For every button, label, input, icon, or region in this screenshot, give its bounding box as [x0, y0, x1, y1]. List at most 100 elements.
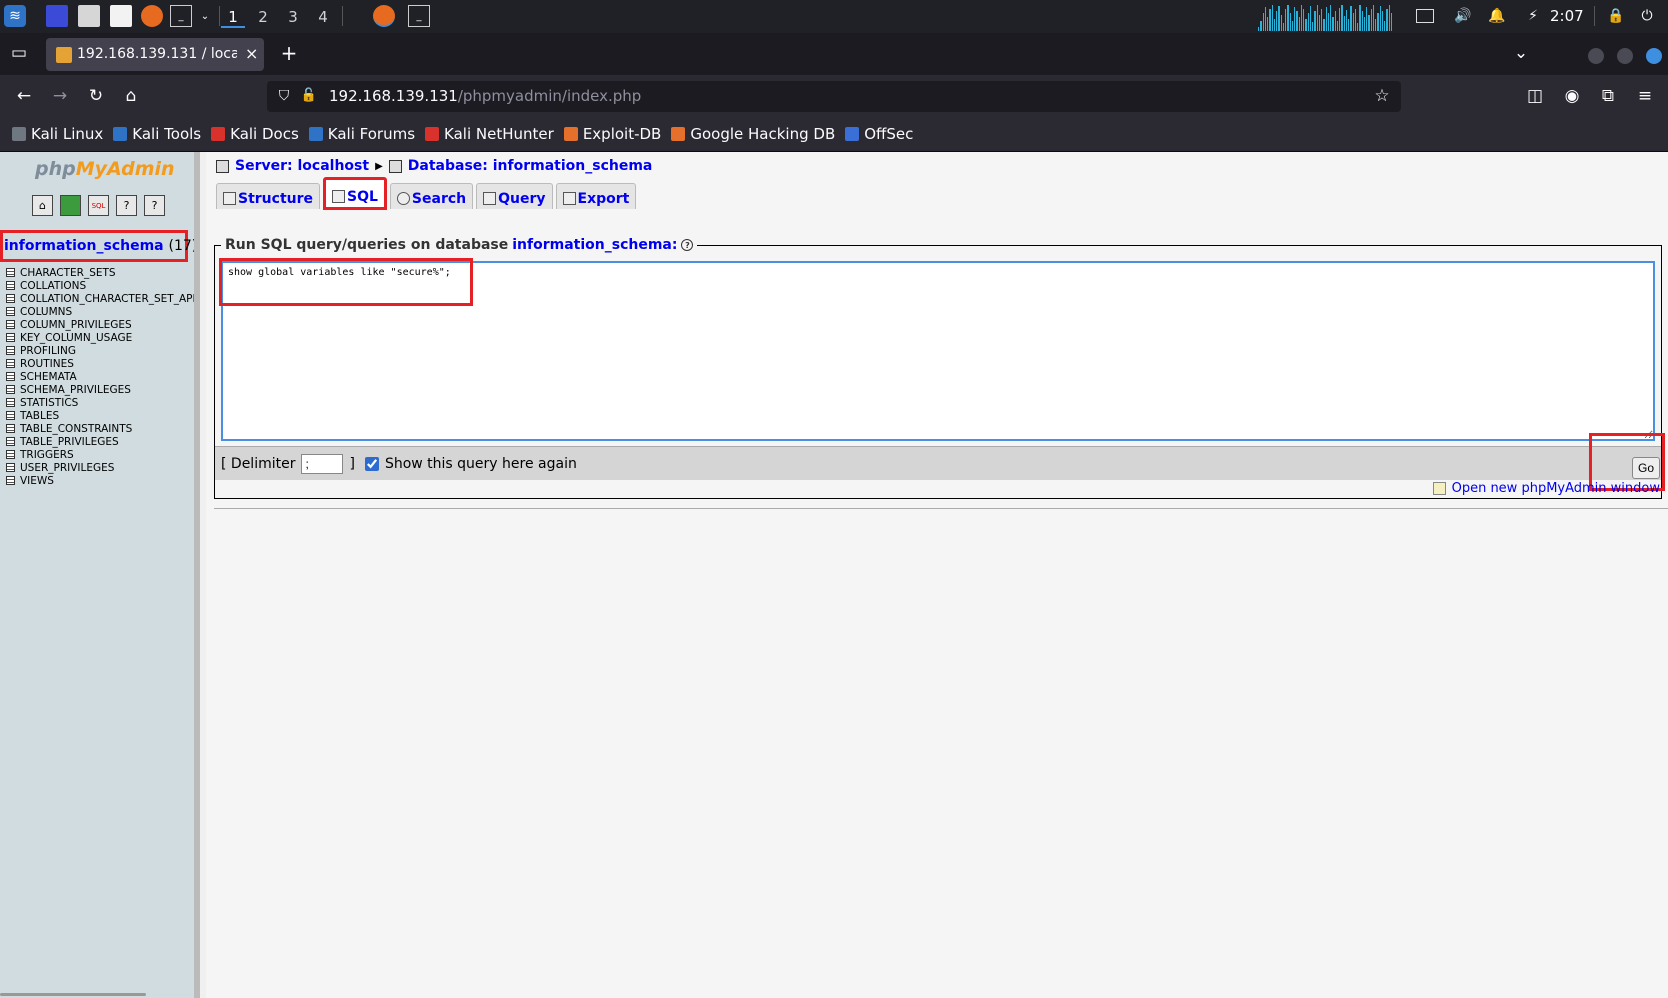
sql-query-textarea[interactable]: show global variables like "secure%"; — [221, 261, 1655, 441]
kali-menu-icon[interactable]: ≋ — [4, 5, 26, 27]
table-icon[interactable] — [6, 372, 15, 381]
table-list-item[interactable]: KEY_COLUMN_USAGE — [6, 331, 194, 344]
bookmark-star-icon[interactable]: ☆ — [1371, 85, 1393, 107]
home-icon[interactable]: ⌂ — [120, 85, 142, 107]
table-name[interactable]: TRIGGERS — [20, 449, 74, 461]
workspace-2[interactable]: 2 — [251, 6, 275, 28]
table-icon[interactable] — [6, 411, 15, 420]
table-name[interactable]: CHARACTER_SETS — [20, 267, 116, 279]
table-list-item[interactable]: COLUMNS — [6, 305, 194, 318]
table-name[interactable]: SCHEMATA — [20, 371, 77, 383]
new-tab-icon[interactable]: + — [278, 42, 300, 64]
legend-database[interactable]: information_schema: — [512, 237, 677, 253]
table-list-item[interactable]: CHARACTER_SETS — [6, 266, 194, 279]
table-icon[interactable] — [6, 320, 15, 329]
text-editor-icon[interactable] — [110, 5, 132, 27]
table-list-item[interactable]: ROUTINES — [6, 357, 194, 370]
table-icon[interactable] — [6, 281, 15, 290]
table-icon[interactable] — [6, 268, 15, 277]
back-icon[interactable]: ← — [13, 85, 35, 107]
table-list-item[interactable]: COLLATION_CHARACTER_SET_APP — [6, 292, 194, 305]
table-icon[interactable] — [6, 476, 15, 485]
table-icon[interactable] — [6, 294, 15, 303]
table-name[interactable]: COLUMNS — [20, 306, 72, 318]
table-name[interactable]: COLUMN_PRIVILEGES — [20, 319, 132, 331]
show-query-again-checkbox[interactable] — [364, 456, 379, 471]
phpmyadmin-logo[interactable]: phpMyAdmin — [35, 158, 175, 180]
help-icon[interactable]: ? — [681, 239, 694, 251]
table-name[interactable]: TABLES — [20, 410, 59, 422]
bookmark-exploit-db[interactable]: Exploit-DB — [563, 125, 661, 143]
close-tab-icon[interactable]: × — [245, 44, 258, 63]
breadcrumb-database[interactable]: Database: information_schema — [408, 158, 653, 174]
terminal-launcher-icon[interactable]: _ — [170, 5, 192, 27]
documentation-icon[interactable]: ? — [116, 195, 137, 216]
table-list-item[interactable]: SCHEMA_PRIVILEGES — [6, 383, 194, 396]
tab-sql[interactable]: SQL — [323, 177, 387, 210]
table-name[interactable]: PROFILING — [20, 345, 76, 357]
table-icon[interactable] — [6, 437, 15, 446]
workspace-3[interactable]: 3 — [281, 6, 305, 28]
logout-icon[interactable] — [60, 195, 81, 216]
table-icon[interactable] — [6, 450, 15, 459]
horizontal-scrollbar[interactable] — [0, 993, 146, 996]
table-name[interactable]: COLLATION_CHARACTER_SET_APP — [20, 293, 194, 305]
list-all-tabs-icon[interactable]: ⌄ — [1510, 42, 1532, 64]
chevron-down-icon[interactable]: ⌄ — [194, 5, 216, 27]
table-name[interactable]: TABLE_CONSTRAINTS — [20, 423, 132, 435]
table-name[interactable]: SCHEMA_PRIVILEGES — [20, 384, 131, 396]
workspace-1[interactable]: 1 — [221, 6, 245, 28]
insecure-lock-icon[interactable]: 🔓 — [298, 85, 320, 107]
url-text[interactable]: 192.168.139.131/phpmyadmin/index.php — [329, 87, 641, 105]
table-list-item[interactable]: USER_PRIVILEGES — [6, 461, 194, 474]
tab-structure[interactable]: Structure — [216, 183, 321, 209]
close-window-icon[interactable] — [1646, 48, 1662, 64]
go-button[interactable]: Go — [1632, 457, 1660, 479]
screen-icon[interactable] — [1416, 9, 1434, 23]
table-list-item[interactable]: PROFILING — [6, 344, 194, 357]
breadcrumb-server[interactable]: Server: localhost — [235, 158, 369, 174]
volume-icon[interactable]: 🔊 — [1452, 5, 1474, 27]
table-list-item[interactable]: COLLATIONS — [6, 279, 194, 292]
extensions-icon[interactable]: ⧉ — [1597, 85, 1619, 107]
battery-icon[interactable]: ⚡ — [1522, 5, 1544, 27]
bookmark-kali-linux[interactable]: Kali Linux — [12, 125, 103, 143]
lock-icon[interactable]: 🔒 — [1605, 5, 1627, 27]
forward-icon[interactable]: → — [49, 85, 71, 107]
bell-icon[interactable]: 🔔 — [1486, 5, 1508, 27]
delimiter-input[interactable] — [301, 453, 344, 474]
workspace-4[interactable]: 4 — [311, 6, 335, 28]
table-icon[interactable] — [6, 359, 15, 368]
table-name[interactable]: STATISTICS — [20, 397, 78, 409]
query-window-icon[interactable]: SQL — [88, 195, 109, 216]
database-name-heading[interactable]: information_schema (17) — [0, 230, 194, 262]
tab-search[interactable]: Search — [389, 183, 474, 209]
terminal-window-icon[interactable]: _ — [408, 5, 430, 27]
home-icon[interactable]: ⌂ — [32, 195, 53, 216]
desktop-icon[interactable] — [46, 5, 68, 27]
mysql-docs-icon[interactable]: ? — [144, 195, 165, 216]
firefox-window-icon[interactable] — [373, 5, 395, 27]
table-list-item[interactable]: VIEWS — [6, 474, 194, 487]
tracking-protection-icon[interactable]: ⛉ — [273, 85, 295, 107]
reload-icon[interactable]: ↻ — [85, 85, 107, 107]
tab-export[interactable]: Export — [555, 183, 637, 209]
table-name[interactable]: KEY_COLUMN_USAGE — [20, 332, 132, 344]
table-list-item[interactable]: TABLE_PRIVILEGES — [6, 435, 194, 448]
table-list-item[interactable]: TABLES — [6, 409, 194, 422]
file-manager-icon[interactable] — [78, 5, 100, 27]
minimize-window-icon[interactable] — [1588, 48, 1604, 64]
table-list-item[interactable]: SCHEMATA — [6, 370, 194, 383]
table-icon[interactable] — [6, 346, 15, 355]
table-list-item[interactable]: STATISTICS — [6, 396, 194, 409]
power-icon[interactable]: ⏻ — [1636, 5, 1658, 27]
bookmark-kali-docs[interactable]: Kali Docs — [211, 125, 299, 143]
account-icon[interactable]: ◉ — [1561, 85, 1583, 107]
table-icon[interactable] — [6, 424, 15, 433]
pocket-icon[interactable]: ◫ — [1524, 85, 1546, 107]
table-name[interactable]: VIEWS — [20, 475, 54, 487]
table-name[interactable]: TABLE_PRIVILEGES — [20, 436, 119, 448]
table-icon[interactable] — [6, 463, 15, 472]
bookmark-kali-nethunter[interactable]: Kali NetHunter — [425, 125, 554, 143]
table-icon[interactable] — [6, 333, 15, 342]
